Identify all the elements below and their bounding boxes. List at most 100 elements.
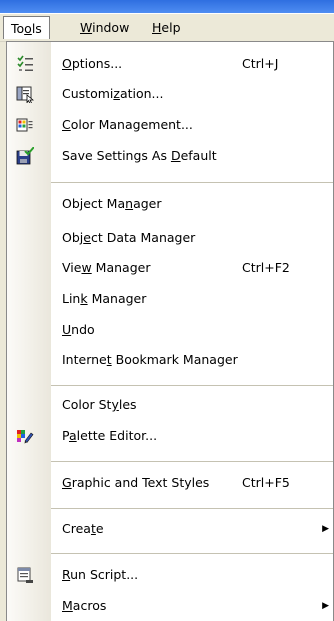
- menu-item-create[interactable]: Create ▶: [7, 517, 333, 541]
- menu-item-palette-editor-label: Palette Editor...: [62, 424, 157, 448]
- menu-item-object-data-manager[interactable]: Object Data Manager: [7, 226, 333, 250]
- menu-item-object-data-manager-label: Object Data Manager: [62, 226, 195, 250]
- label-part: Vie: [62, 260, 82, 275]
- menu-separator: [51, 182, 333, 183]
- menu-tools-label-b: ls: [31, 21, 42, 36]
- menu-item-options[interactable]: Options... Ctrl+J: [7, 52, 333, 76]
- run-script-icon: [16, 566, 34, 584]
- label-mnemonic: e: [83, 230, 91, 245]
- options-icon: [16, 55, 34, 73]
- label-mnemonic: G: [62, 475, 72, 490]
- menu-tools-label-a: To: [11, 21, 25, 36]
- label-part: ptions...: [71, 56, 123, 71]
- label-part: Customi: [62, 86, 114, 101]
- label-part: acros: [72, 598, 107, 613]
- label-part: un Script...: [70, 567, 139, 582]
- label-mnemonic: M: [62, 598, 73, 613]
- menu-item-internet-bookmark-manager[interactable]: Internet Bookmark Manager: [7, 348, 333, 372]
- label-part: e: [95, 521, 104, 536]
- menu-item-create-label: Create: [62, 517, 104, 541]
- label-part: Manager: [87, 291, 147, 306]
- label-part: P: [62, 428, 69, 443]
- palette-editor-icon: [16, 427, 34, 445]
- label-part: Color St: [62, 397, 112, 412]
- label-part: raphic and Text Styles: [71, 475, 210, 490]
- label-part: Object Ma: [62, 196, 126, 211]
- menu-item-link-manager-label: Link Manager: [62, 287, 146, 311]
- menu-item-graphic-text-styles-label: Graphic and Text Styles: [62, 471, 209, 495]
- menu-item-run-script-label: Run Script...: [62, 563, 138, 587]
- color-management-icon: [16, 116, 34, 134]
- menu-separator: [51, 461, 333, 462]
- label-part: ation...: [119, 86, 164, 101]
- label-mnemonic: k: [80, 291, 88, 306]
- menu-item-run-script[interactable]: Run Script...: [7, 563, 333, 587]
- menu-item-color-management-label: Color Management...: [62, 113, 193, 137]
- label-part: efault: [180, 148, 217, 163]
- menu-window[interactable]: Window: [73, 16, 136, 39]
- label-part: ndo: [71, 322, 95, 337]
- menu-help-mnemonic: H: [152, 20, 162, 35]
- menu-separator: [51, 508, 333, 509]
- menu-item-view-manager-label: View Manager: [62, 256, 150, 280]
- menu-item-undo-label: Undo: [62, 318, 95, 342]
- menu-item-graphic-text-styles-shortcut: Ctrl+F5: [242, 475, 290, 490]
- menu-item-save-settings[interactable]: Save Settings As Default: [7, 144, 333, 168]
- menu-item-customization-label: Customization...: [62, 82, 163, 106]
- menu-item-macros[interactable]: Macros ▶: [7, 594, 333, 618]
- menu-item-color-styles-label: Color Styles: [62, 393, 137, 417]
- menu-item-internet-bookmark-manager-label: Internet Bookmark Manager: [62, 348, 238, 372]
- menu-item-color-management[interactable]: Color Management...: [7, 113, 333, 137]
- label-mnemonic: n: [125, 196, 134, 211]
- label-mnemonic: U: [62, 322, 72, 337]
- label-part: Bookmark Manager: [111, 352, 238, 367]
- label-mnemonic: y: [111, 397, 119, 412]
- menu-item-object-manager[interactable]: Object Manager: [7, 192, 333, 216]
- screen: Tools Window Help Options... Ctrl+J Cust…: [0, 0, 334, 621]
- label-mnemonic: w: [81, 260, 92, 275]
- label-part: Crea: [62, 521, 91, 536]
- save-settings-icon: [16, 146, 35, 165]
- label-part: olor Management...: [70, 117, 193, 132]
- menu-item-undo[interactable]: Undo: [7, 318, 333, 342]
- label-part: Lin: [62, 291, 81, 306]
- menu-item-palette-editor[interactable]: Palette Editor...: [7, 424, 333, 448]
- menu-item-options-label: Options...: [62, 52, 122, 76]
- menu-item-link-manager[interactable]: Link Manager: [7, 287, 333, 311]
- menu-bar: Tools Window Help: [0, 14, 334, 42]
- window-titlebar: [0, 0, 334, 13]
- menu-window-mnemonic: W: [80, 20, 93, 35]
- menu-item-color-styles[interactable]: Color Styles: [7, 393, 333, 417]
- label-part: lette Editor...: [76, 428, 158, 443]
- menu-item-options-shortcut: Ctrl+J: [242, 56, 279, 71]
- label-part: ager: [133, 196, 162, 211]
- menu-item-view-manager-shortcut: Ctrl+F2: [242, 260, 290, 275]
- label-part: Manager: [91, 260, 151, 275]
- label-mnemonic: O: [62, 56, 72, 71]
- menu-item-view-manager[interactable]: View Manager Ctrl+F2: [7, 256, 333, 280]
- menu-item-customization[interactable]: Customization...: [7, 82, 333, 106]
- tools-dropdown-menu: Options... Ctrl+J Customization... Color…: [6, 41, 334, 621]
- menu-help-label-b: elp: [161, 20, 181, 35]
- label-part: ct Data Manager: [90, 230, 196, 245]
- menu-separator: [51, 553, 333, 554]
- menu-help[interactable]: Help: [145, 16, 188, 39]
- menu-item-object-manager-label: Object Manager: [62, 192, 162, 216]
- label-part: les: [118, 397, 137, 412]
- menu-item-macros-label: Macros: [62, 594, 106, 618]
- menu-window-label-b: indow: [92, 20, 130, 35]
- label-part: Save Settings As: [62, 148, 171, 163]
- label-part: Interne: [62, 352, 107, 367]
- menu-separator: [51, 385, 333, 386]
- customization-icon: [16, 85, 35, 105]
- menu-item-graphic-text-styles[interactable]: Graphic and Text Styles Ctrl+F5: [7, 471, 333, 495]
- label-mnemonic: a: [68, 428, 77, 443]
- menu-item-save-settings-label: Save Settings As Default: [62, 144, 217, 168]
- label-mnemonic: D: [170, 148, 181, 163]
- menu-tools[interactable]: Tools: [3, 16, 50, 39]
- submenu-arrow-icon: ▶: [322, 524, 329, 534]
- menu-tools-mnemonic: o: [24, 21, 32, 36]
- label-part: Obj: [62, 230, 84, 245]
- label-mnemonic: R: [62, 567, 71, 582]
- label-mnemonic: C: [62, 117, 71, 132]
